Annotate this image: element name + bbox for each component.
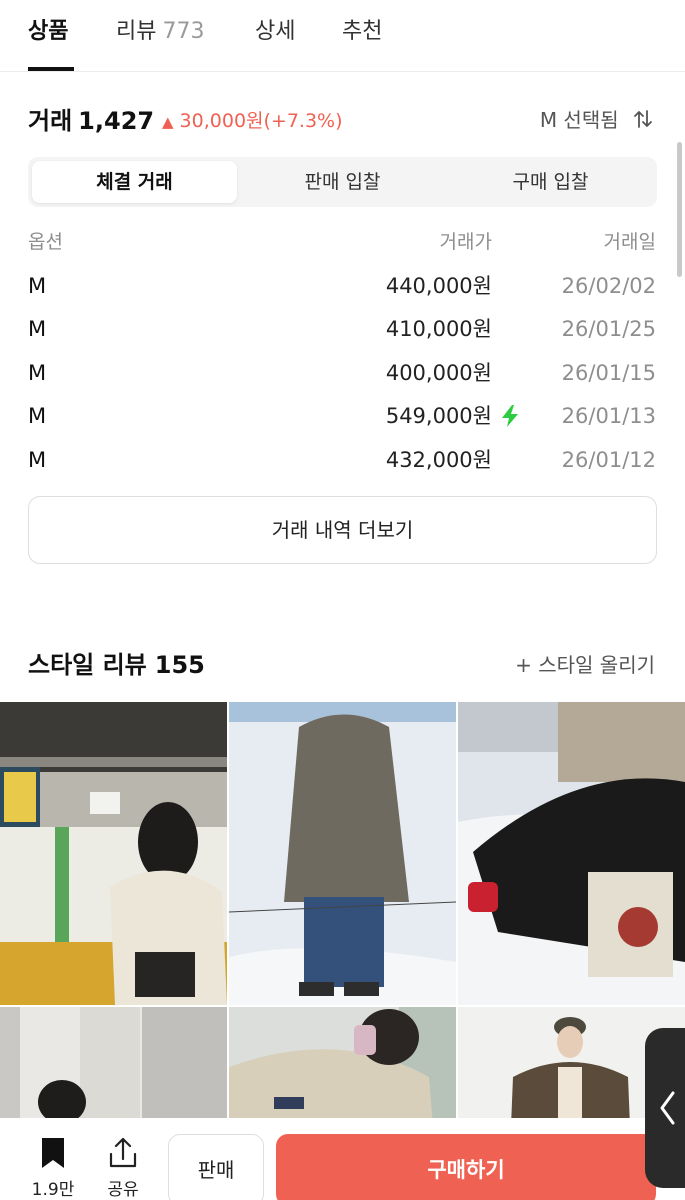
review-count: 773 (162, 19, 205, 44)
style-photo[interactable] (0, 702, 227, 1005)
style-review-count: 155 (154, 651, 205, 679)
share-button[interactable]: 공유 (100, 1136, 146, 1200)
price-change-value: 30,000원(+7.3%) (179, 110, 343, 132)
buy-button[interactable]: 구매하기 (276, 1134, 656, 1200)
row-option: M (28, 361, 47, 385)
up-triangle-icon: ▲ (162, 113, 174, 131)
lightning-bolt-icon (502, 405, 518, 427)
segment-sell-bids[interactable]: 판매 입찰 (240, 161, 445, 203)
header-date: 거래일 (603, 231, 656, 253)
product-tabs: 상품 리뷰 773 상세 추천 (0, 0, 685, 72)
trade-count: 1,427 (78, 107, 155, 135)
row-price: 432,000원 (385, 448, 492, 472)
trade-row: M 440,000원 26/02/02 (0, 271, 685, 314)
chevron-left-icon (660, 1091, 675, 1125)
size-selector[interactable]: M 선택됨 (540, 106, 655, 134)
active-tab-indicator (28, 67, 74, 71)
share-icon (109, 1137, 137, 1168)
row-date: 26/01/15 (561, 361, 656, 385)
bookmark-icon (42, 1138, 64, 1168)
row-date: 26/02/02 (561, 274, 656, 298)
row-price: 400,000원 (385, 361, 492, 385)
row-price: 440,000원 (385, 274, 492, 298)
row-price: 410,000원 (385, 317, 492, 341)
style-review-title: 스타일 리뷰 155 (28, 651, 205, 679)
scroll-indicator (677, 142, 682, 277)
row-date: 26/01/12 (561, 448, 656, 472)
side-panel-handle[interactable] (645, 1028, 685, 1188)
price-change: ▲ 30,000원(+7.3%) (162, 108, 343, 135)
row-price: 549,000원 (385, 404, 492, 428)
segment-buy-bids[interactable]: 구매 입찰 (448, 161, 653, 203)
row-date: 26/01/13 (561, 404, 656, 428)
tab-detail[interactable]: 상세 (255, 16, 295, 48)
row-option: M (28, 317, 47, 341)
share-label: 공유 (107, 1180, 139, 1200)
row-option: M (28, 404, 47, 428)
swap-vert-icon (631, 108, 655, 132)
tab-reviews[interactable]: 리뷰 773 (116, 16, 204, 48)
row-option: M (28, 274, 47, 298)
header-price: 거래가 (439, 231, 492, 253)
trade-title: 거래 1,427 (28, 107, 155, 135)
tab-product[interactable]: 상품 (28, 16, 68, 48)
sell-button[interactable]: 판매 (168, 1134, 264, 1200)
trade-history-more-button[interactable]: 거래 내역 더보기 (28, 496, 657, 564)
trade-row: M 400,000원 26/01/15 (0, 358, 685, 401)
style-photo[interactable] (458, 702, 685, 1005)
trade-type-segment: 체결 거래 판매 입찰 구매 입찰 (28, 157, 657, 207)
trade-row: M 410,000원 26/01/25 (0, 314, 685, 357)
row-option: M (28, 448, 47, 472)
segment-completed-trades[interactable]: 체결 거래 (32, 161, 237, 203)
trade-row: M 549,000원 26/01/13 (0, 401, 685, 444)
bookmark-count: 1.9만 (31, 1180, 75, 1200)
header-option: 옵션 (28, 231, 63, 253)
style-photo[interactable] (229, 702, 456, 1005)
tab-recommend[interactable]: 추천 (342, 16, 382, 48)
upload-style-link[interactable]: + 스타일 올리기 (515, 651, 655, 679)
bookmark-button[interactable]: 1.9만 (30, 1136, 76, 1200)
trade-row: M 432,000원 26/01/12 (0, 445, 685, 488)
row-date: 26/01/25 (561, 317, 656, 341)
